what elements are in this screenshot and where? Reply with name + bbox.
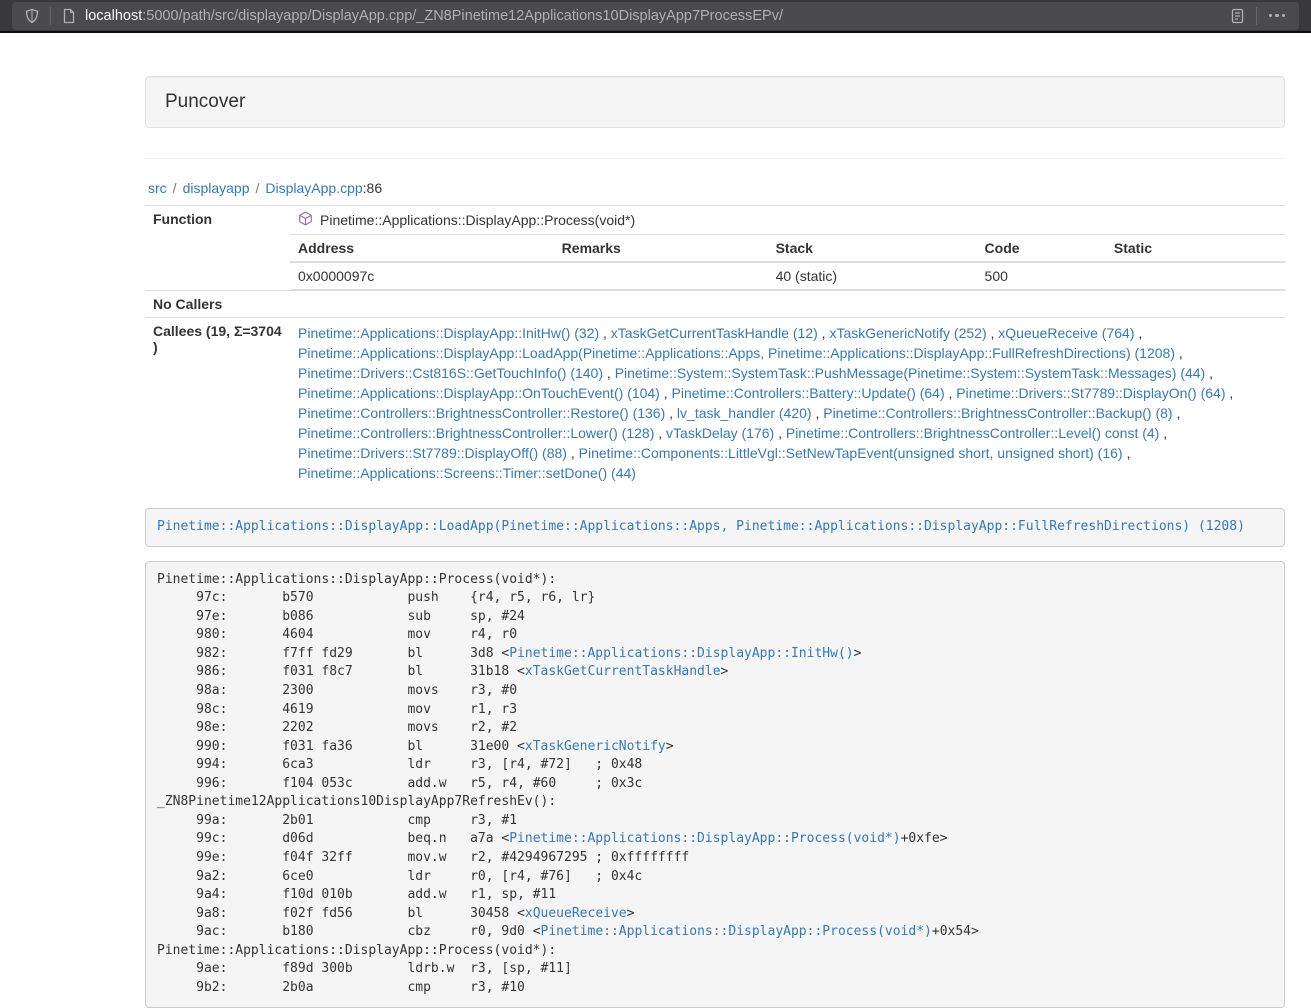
app-title: Puncover [145, 76, 1285, 128]
col-remarks: Remarks [554, 235, 768, 262]
toolbar-divider [50, 7, 51, 25]
callees-cell: Pinetime::Applications::DisplayApp::Init… [290, 318, 1285, 489]
loadapp-link[interactable]: Pinetime::Applications::DisplayApp::Load… [157, 519, 1245, 534]
loadapp-snippet: Pinetime::Applications::DisplayApp::Load… [145, 508, 1285, 547]
function-stats-table: Address Remarks Stack Code Static 0x0000… [290, 235, 1285, 290]
stack-value: 40 (static) [768, 262, 977, 290]
no-callers-value [290, 291, 1285, 318]
callee-link[interactable]: Pinetime::Controllers::BrightnessControl… [298, 405, 665, 421]
remarks-value [554, 262, 768, 290]
symbol-link[interactable]: xQueueReceive [525, 906, 627, 921]
address-value: 0x0000097c [290, 262, 554, 290]
url-bar[interactable]: localhost:5000/path/src/displayapp/Displ… [12, 2, 1299, 30]
callee-link[interactable]: xTaskGenericNotify (252) [829, 325, 986, 341]
function-label: Function [145, 206, 290, 291]
callee-link[interactable]: Pinetime::Controllers::Battery::Update()… [672, 385, 945, 401]
toolbar-divider [1256, 7, 1257, 25]
callee-link[interactable]: Pinetime::Drivers::St7789::DisplayOff() … [298, 445, 567, 461]
symbol-link[interactable]: Pinetime::Applications::DisplayApp::Init… [509, 646, 853, 661]
breadcrumb-separator: / [167, 180, 183, 196]
breadcrumb-file[interactable]: DisplayApp.cpp [265, 180, 362, 196]
callee-link[interactable]: Pinetime::Applications::Screens::Timer::… [298, 465, 636, 481]
function-table: Function Pinetime::Applications::Display… [145, 205, 1285, 488]
callee-link[interactable]: xTaskGetCurrentTaskHandle (12) [611, 325, 818, 341]
url-host: localhost [85, 8, 142, 24]
callee-link[interactable]: Pinetime::Drivers::St7789::DisplayOn() (… [956, 385, 1225, 401]
symbol-link[interactable]: Pinetime::Applications::DisplayApp::Proc… [509, 831, 900, 846]
callee-link[interactable]: Pinetime::Components::LittleVgl::SetNewT… [579, 445, 1123, 461]
col-address: Address [290, 235, 554, 262]
symbol-link[interactable]: xTaskGetCurrentTaskHandle [525, 664, 721, 679]
symbol-link[interactable]: Pinetime::Applications::DisplayApp::Proc… [541, 924, 932, 939]
no-callers-label: No Callers [145, 291, 290, 318]
callee-link[interactable]: Pinetime::Applications::DisplayApp::Load… [298, 345, 1175, 361]
callee-link[interactable]: Pinetime::System::SystemTask::PushMessag… [615, 365, 1206, 381]
breadcrumb-displayapp[interactable]: displayapp [183, 180, 250, 196]
function-name: Pinetime::Applications::DisplayApp::Proc… [320, 212, 635, 228]
menu-icon[interactable] [1265, 14, 1290, 18]
callee-link[interactable]: xQueueReceive (764) [998, 325, 1134, 341]
callees-label: Callees (19, Σ=3704 ) [145, 318, 290, 489]
callee-link[interactable]: Pinetime::Applications::DisplayApp::Init… [298, 325, 599, 341]
page-icon[interactable] [59, 6, 79, 26]
browser-toolbar: localhost:5000/path/src/displayapp/Displ… [0, 0, 1311, 33]
col-code: Code [977, 235, 1106, 262]
breadcrumb-separator: / [250, 180, 266, 196]
reader-mode-icon[interactable] [1228, 6, 1248, 26]
callee-link[interactable]: Pinetime::Drivers::Cst816S::GetTouchInfo… [298, 365, 603, 381]
package-icon [298, 211, 313, 229]
callee-link[interactable]: Pinetime::Controllers::BrightnessControl… [298, 425, 654, 441]
col-stack: Stack [768, 235, 977, 262]
breadcrumb: src/displayapp/DisplayApp.cpp:86 [148, 180, 1285, 196]
col-static: Static [1106, 235, 1285, 262]
callee-link[interactable]: lv_task_handler (420) [677, 405, 812, 421]
code-value: 500 [977, 262, 1106, 290]
url-input[interactable]: localhost:5000/path/src/displayapp/Displ… [85, 8, 1228, 24]
page-content: Puncover src/displayapp/DisplayApp.cpp:8… [145, 33, 1285, 1008]
shield-icon[interactable] [22, 6, 42, 26]
no-callers-row: No Callers [145, 291, 1285, 318]
symbol-link[interactable]: xTaskGenericNotify [525, 739, 666, 754]
callee-link[interactable]: Pinetime::Controllers::BrightnessControl… [823, 405, 1172, 421]
function-details-row: Address Remarks Stack Code Static 0x0000… [145, 235, 1285, 291]
callee-link[interactable]: Pinetime::Applications::DisplayApp::OnTo… [298, 385, 660, 401]
table-row: 0x0000097c 40 (static) 500 [290, 262, 1285, 290]
breadcrumb-line-number: :86 [363, 180, 382, 196]
callee-link[interactable]: vTaskDelay (176) [666, 425, 774, 441]
breadcrumb-src[interactable]: src [148, 180, 167, 196]
url-path: :5000/path/src/displayapp/DisplayApp.cpp… [142, 8, 783, 24]
divider [145, 158, 1285, 159]
callee-link[interactable]: Pinetime::Controllers::BrightnessControl… [786, 425, 1159, 441]
function-row: Function Pinetime::Applications::Display… [145, 206, 1285, 235]
static-value [1106, 262, 1285, 290]
callees-row: Callees (19, Σ=3704 ) Pinetime::Applicat… [145, 318, 1285, 489]
disassembly: Pinetime::Applications::DisplayApp::Proc… [145, 561, 1285, 1008]
